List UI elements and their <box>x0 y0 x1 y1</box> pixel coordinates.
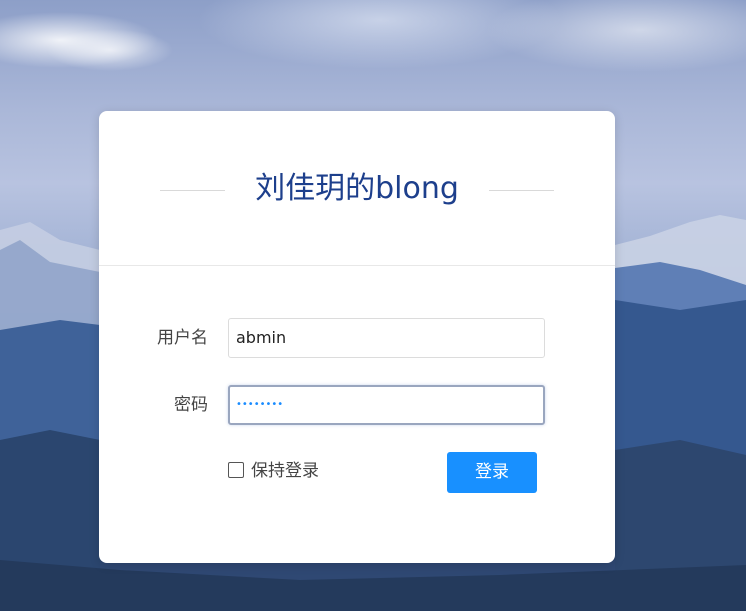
page-title: 刘佳玥的blong <box>255 171 459 206</box>
card-header: 刘佳玥的blong <box>99 111 615 266</box>
password-input[interactable] <box>228 385 545 425</box>
title-divider-left <box>160 190 225 191</box>
login-card: 刘佳玥的blong 用户名 密码 •••••••• 保持登录 登录 <box>99 111 615 563</box>
username-row: 用户名 <box>99 318 615 358</box>
remember-me-toggle[interactable]: 保持登录 <box>228 460 319 482</box>
username-input[interactable] <box>228 318 545 358</box>
login-button[interactable]: 登录 <box>447 452 537 493</box>
password-label: 密码 <box>174 395 208 415</box>
title-divider-right <box>489 190 554 191</box>
username-label: 用户名 <box>157 328 208 348</box>
password-row: 密码 •••••••• <box>99 385 615 425</box>
remember-me-label: 保持登录 <box>251 461 319 481</box>
remember-me-checkbox[interactable] <box>228 461 244 478</box>
